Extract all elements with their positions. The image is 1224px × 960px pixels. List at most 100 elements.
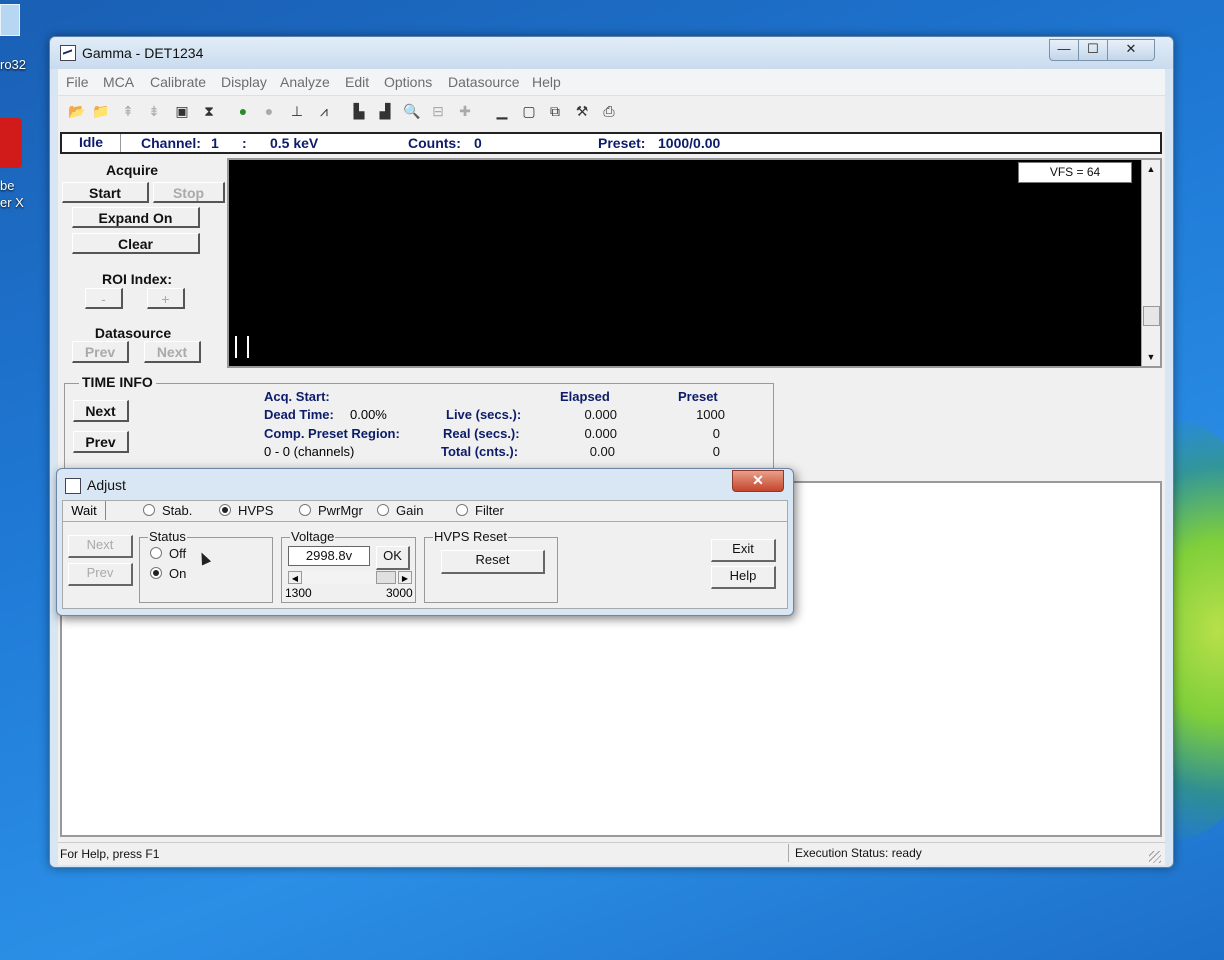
status-off-dot[interactable] (150, 547, 162, 559)
hvps-reset-button[interactable]: Reset (441, 550, 545, 574)
cascade-icon[interactable]: ⧉ (544, 100, 566, 122)
menu-analyze[interactable]: Analyze (280, 74, 330, 90)
live-elapsed: 0.000 (584, 407, 617, 422)
hourglass-icon[interactable]: ⧗ (198, 100, 220, 122)
start-button[interactable]: Start (62, 182, 149, 203)
menu-datasource[interactable]: Datasource (448, 74, 520, 90)
adjust-dialog-body: Wait Stab. HVPS PwrMgr Gain Filter Next … (62, 500, 788, 609)
spectrum-scrollbar[interactable]: ▲ ▼ (1141, 160, 1160, 366)
scroll-thumb[interactable] (1143, 306, 1160, 326)
dead-time-label: Dead Time: (264, 407, 334, 422)
baseline-icon[interactable]: ⊥ (286, 100, 308, 122)
preset-value: 1000/0.00 (658, 135, 721, 151)
adjust-close-button[interactable]: ✕ (732, 470, 784, 492)
status-group: Status Off On (139, 529, 273, 603)
peak-icon[interactable]: ⩘ (313, 100, 335, 122)
status-off-radio[interactable]: Off (150, 546, 186, 561)
computer-desktop-icon[interactable] (0, 0, 22, 42)
status-on-radio[interactable]: On (150, 566, 186, 581)
scroll-up-icon[interactable]: ▲ (1142, 160, 1160, 178)
elapsed-header: Elapsed (560, 389, 610, 404)
adjust-next-button[interactable]: Next (68, 535, 133, 558)
zoom-out-icon[interactable]: ⊟ (427, 100, 449, 122)
download-icon[interactable]: ⇟ (143, 100, 165, 122)
radio-filter-dot[interactable] (456, 504, 468, 516)
radio-gain[interactable]: Gain (377, 503, 423, 518)
voltage-slider[interactable]: ◀ ▶ (288, 571, 412, 584)
menu-help[interactable]: Help (532, 74, 561, 90)
adjust-prev-button[interactable]: Prev (68, 563, 133, 586)
menu-options[interactable]: Options (384, 74, 432, 90)
tool-icon[interactable]: ⚒ (571, 100, 593, 122)
voltage-input[interactable]: 2998.8v (288, 546, 370, 566)
datasource-heading: Datasource (94, 325, 172, 341)
counts-value: 0 (474, 135, 482, 151)
channel-value: 1 (211, 135, 219, 151)
time-info-prev-button[interactable]: Prev (73, 431, 129, 453)
spectrum-display[interactable]: VFS = 64 ▲ ▼ (227, 158, 1162, 368)
radio-gain-dot[interactable] (377, 504, 389, 516)
dead-time-value: 0.00% (350, 407, 387, 422)
save-icon[interactable]: ▣ (171, 100, 193, 122)
open-file-icon[interactable]: 📁 (90, 100, 112, 122)
status-info-bar: Idle Channel: 1 : 0.5 keV Counts: 0 Pres… (60, 132, 1162, 154)
window-icon[interactable]: ▢ (518, 100, 540, 122)
channels-value: 0 - 0 (channels) (264, 444, 355, 459)
roi-plus-button[interactable]: + (147, 288, 185, 309)
time-info-next-button[interactable]: Next (73, 400, 129, 422)
resize-grip[interactable] (1149, 851, 1161, 863)
menu-file[interactable]: File (66, 74, 89, 90)
channel-label: Channel: (141, 135, 201, 151)
slider-right-icon[interactable]: ▶ (398, 571, 412, 584)
adjust-help-button[interactable]: Help (711, 566, 776, 589)
maximize-button[interactable]: ☐ (1078, 39, 1108, 61)
menu-edit[interactable]: Edit (345, 74, 369, 90)
total-preset: 0 (712, 444, 720, 459)
bar-chart-alt-icon[interactable]: ▟ (374, 100, 396, 122)
bar-chart-icon[interactable]: ▙ (348, 100, 370, 122)
radio-pwrmgr[interactable]: PwrMgr (299, 503, 363, 518)
stop-icon[interactable]: ● (258, 100, 280, 122)
spectrum-cursor[interactable] (235, 336, 249, 358)
open-folder-icon[interactable]: 📂 (66, 100, 88, 122)
slider-left-icon[interactable]: ◀ (288, 571, 302, 584)
menu-mca[interactable]: MCA (103, 74, 134, 90)
toolbar: 📂 📁 ⇞ ⇟ ▣ ⧗ ● ● ⊥ ⩘ ▙ ▟ 🔍 ⊟ ✚ ▁ ▢ ⧉ ⚒ ⎙ (58, 96, 1165, 128)
voltage-ok-button[interactable]: OK (376, 546, 410, 570)
radio-filter[interactable]: Filter (456, 503, 504, 518)
time-info-title: TIME INFO (79, 374, 156, 390)
stop-button[interactable]: Stop (153, 182, 225, 203)
title-bar[interactable]: Gamma - DET1234 — ☐ ✕ (50, 37, 1173, 69)
status-on-dot[interactable] (150, 567, 162, 579)
menu-calibrate[interactable]: Calibrate (150, 74, 206, 90)
execution-status: Execution Status: ready (788, 844, 1147, 862)
slider-thumb[interactable] (376, 571, 396, 584)
add-icon[interactable]: ✚ (454, 100, 476, 122)
status-bar: For Help, press F1 Execution Status: rea… (58, 842, 1165, 865)
radio-stab[interactable]: Stab. (143, 503, 192, 518)
start-icon[interactable]: ● (232, 100, 254, 122)
upload-icon[interactable]: ⇞ (117, 100, 139, 122)
datasource-prev-button[interactable]: Prev (72, 341, 129, 363)
roi-minus-button[interactable]: - (85, 288, 123, 309)
menu-display[interactable]: Display (221, 74, 267, 90)
zoom-icon[interactable]: 🔍 (401, 100, 423, 122)
radio-hvps-dot[interactable] (219, 504, 231, 516)
minimize-view-icon[interactable]: ▁ (491, 100, 513, 122)
clear-button[interactable]: Clear (72, 233, 200, 254)
desktop-icon-label-2: be er X (0, 178, 24, 210)
radio-pwrmgr-dot[interactable] (299, 504, 311, 516)
radio-stab-dot[interactable] (143, 504, 155, 516)
hvps-reset-group-label: HVPS Reset (433, 529, 508, 544)
radio-hvps[interactable]: HVPS (219, 503, 273, 518)
minimize-button[interactable]: — (1049, 39, 1079, 61)
scroll-down-icon[interactable]: ▼ (1142, 348, 1160, 366)
vfs-indicator: VFS = 64 (1018, 162, 1132, 183)
adjust-exit-button[interactable]: Exit (711, 539, 776, 562)
voltage-group-label: Voltage (290, 529, 336, 544)
close-button[interactable]: ✕ (1107, 39, 1155, 61)
datasource-next-button[interactable]: Next (144, 341, 201, 363)
print-icon[interactable]: ⎙ (598, 100, 620, 122)
expand-on-button[interactable]: Expand On (72, 207, 200, 228)
adobe-desktop-icon[interactable] (0, 118, 22, 168)
